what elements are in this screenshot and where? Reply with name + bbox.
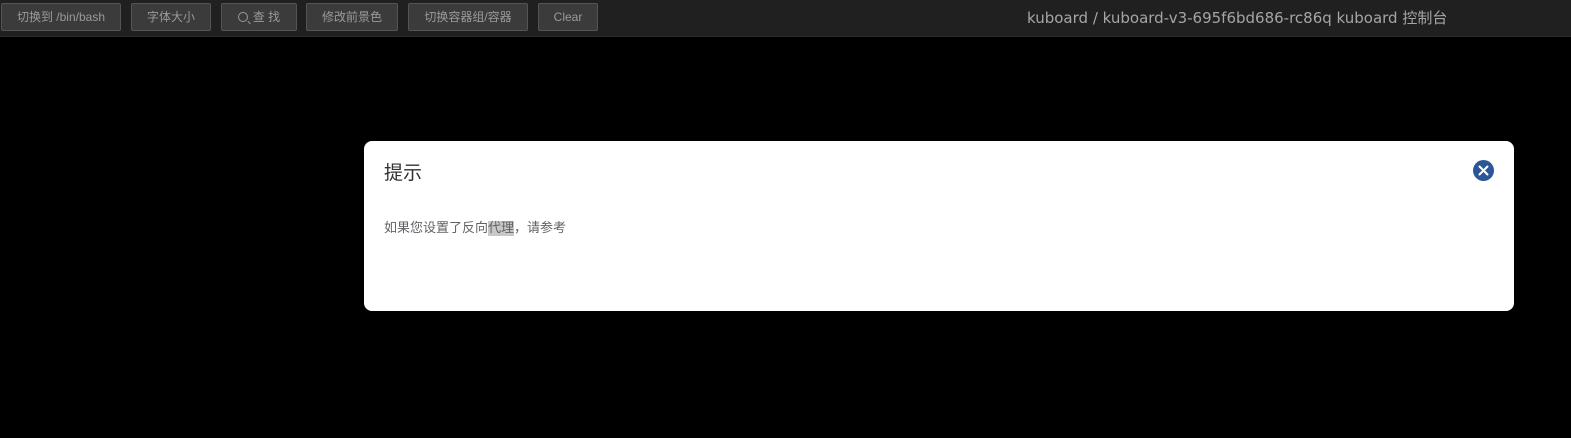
console-title: kuboard / kuboard-v3-695f6bd686-rc86q ku…: [1027, 9, 1448, 27]
terminal-toolbar: 切换到 /bin/bash 字体大小 查 找 修改前景色 切换容器组/容器 Cl…: [0, 0, 1571, 37]
dialog-title: 提示: [384, 162, 423, 184]
switch-container-button[interactable]: 切换容器组/容器: [408, 3, 528, 31]
clear-button[interactable]: Clear: [538, 3, 598, 31]
dialog-message: 如果您设置了反向代理，请参考: [384, 219, 566, 239]
foreground-color-button[interactable]: 修改前景色: [306, 3, 398, 31]
close-icon[interactable]: [1473, 160, 1494, 181]
find-button-label: 查 找: [252, 10, 281, 24]
message-highlight: 代理: [488, 221, 515, 236]
font-size-button[interactable]: 字体大小: [131, 3, 211, 31]
search-icon: [237, 12, 248, 22]
message-text-tail: ，请参考: [514, 221, 567, 236]
switch-to-bash-button[interactable]: 切换到 /bin/bash: [1, 3, 121, 31]
message-text: 如果您设置了反向: [384, 221, 489, 236]
find-button[interactable]: 查 找: [221, 3, 297, 31]
tip-dialog: 提示 如果您设置了反向代理，请参考: [364, 141, 1514, 311]
